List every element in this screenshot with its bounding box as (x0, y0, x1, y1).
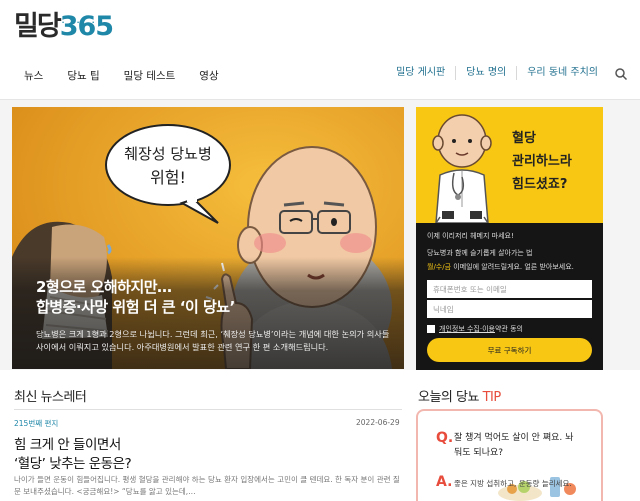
bubble-text-line1: 췌장성 당뇨병 (124, 145, 212, 163)
nav-item-test[interactable]: 밀당 테스트 (124, 68, 176, 83)
nav-item-board[interactable]: 밀당 게시판 (386, 66, 457, 80)
nav-item-news[interactable]: 뉴스 (24, 68, 43, 83)
schedule-days: 월/수/금 (427, 263, 452, 271)
nav-item-video[interactable]: 영상 (199, 68, 218, 83)
subscribe-button[interactable]: 무료 구독하기 (427, 338, 592, 362)
logo-text: 밀당 (14, 11, 62, 42)
signup-banner: 혈당 관리하느라 힘드셨죠? (416, 107, 603, 223)
hero-description: 당뇨병은 크게 1형과 2형으로 나뉩니다. 그런데 최근, ‘췌장성 당뇨병’… (36, 329, 390, 352)
hero-title-line2[interactable]: 합병증·사망 위험 더 큰 ‘이 당뇨’ (36, 296, 235, 317)
question-mark-label: Q. (436, 430, 454, 446)
newsletter-date: 2022-06-29 (356, 418, 400, 427)
logo-subtext: · · · (61, 19, 100, 27)
tip-question-line1: 잘 챙겨 먹어도 살이 안 쪄요. 놔 (454, 433, 574, 443)
signup-headline: 혈당 관리하느라 힘드셨죠? (512, 127, 572, 196)
nav-item-local-doctor[interactable]: 우리 동네 주치의 (517, 66, 608, 80)
nickname-field[interactable] (427, 300, 592, 318)
privacy-consent: 개인정보 수집·이용 약관 동의 (427, 324, 523, 334)
tip-question-line2: 둬도 되나요? (454, 448, 504, 458)
email-field[interactable] (427, 280, 592, 298)
bubble-text-line2: 위험! (150, 168, 186, 187)
nav-item-doctors[interactable]: 당뇨 명의 (456, 66, 518, 80)
signup-headline-line1: 혈당 (512, 131, 536, 146)
hero-title-line1[interactable]: 2형으로 오해하지만… (36, 276, 172, 297)
daily-tip-heading: 오늘의 당뇨 TIP (418, 386, 501, 405)
signup-headline-line2: 관리하느라 (512, 154, 572, 169)
signup-intro-line2: 당뇨병과 함께 슬기롭게 살아가는 법 (427, 249, 533, 257)
signup-form: 이제 이리저리 헤메지 마세요! 당뇨병과 함께 슬기롭게 살아가는 법 월/수… (416, 223, 603, 370)
signup-intro-line3: 월/수/금 이메일에 알려드릴게요. 얼른 받아보세요. (427, 262, 574, 272)
site-logo[interactable]: 밀당 · · · 365 (14, 10, 114, 44)
section-divider (14, 409, 402, 410)
main-nav: 뉴스 당뇨 팁 밀당 테스트 영상 (24, 68, 243, 83)
signup-intro-line3-rest: 이메일에 알려드릴게요. 얼른 받아보세요. (451, 263, 574, 271)
newsletter-excerpt: 나이가 들면 운동이 힘들어집니다. 평생 혈당을 관리해야 하는 당뇨 환자 … (14, 475, 400, 496)
latest-newsletter-heading: 최신 뉴스레터 (14, 390, 87, 405)
newsletter-issue-number: 215번째 편지 (14, 419, 59, 428)
site-header: 밀당 · · · 365 뉴스 당뇨 팁 밀당 테스트 영상 밀당 게시판 당뇨… (0, 0, 640, 100)
utility-nav: 밀당 게시판 당뇨 명의 우리 동네 주치의 (386, 66, 628, 81)
newsletter-title-line1[interactable]: 힘 크게 안 들이면서 (14, 433, 121, 453)
daily-tip-heading-highlight: TIP (482, 390, 502, 405)
tip-answer: 좋은 지방 섭취하고, 운동량 늘리세요. (454, 479, 572, 488)
doctor-character-illustration (432, 114, 492, 223)
answer-mark-label: A. (436, 474, 453, 490)
daily-tip-heading-text: 오늘의 당뇨 (418, 390, 483, 405)
signup-intro-line1: 이제 이리저리 헤메지 마세요! (427, 232, 514, 240)
consent-label: 약관 동의 (494, 325, 523, 333)
search-icon[interactable] (614, 66, 628, 81)
signup-headline-line3: 힘드셨죠? (512, 177, 568, 192)
logo-number: · · · 365 (60, 10, 114, 44)
newsletter-signup-card: 혈당 관리하느라 힘드셨죠? 이제 이리저리 헤메지 마세요! 당뇨병과 함께 … (416, 107, 603, 370)
consent-checkbox[interactable] (427, 325, 435, 333)
newsletter-title-line2[interactable]: ‘혈당’ 낮추는 운동은? (14, 452, 132, 472)
privacy-policy-link[interactable]: 개인정보 수집·이용 (439, 324, 495, 334)
nav-item-tips[interactable]: 당뇨 팁 (67, 68, 99, 83)
